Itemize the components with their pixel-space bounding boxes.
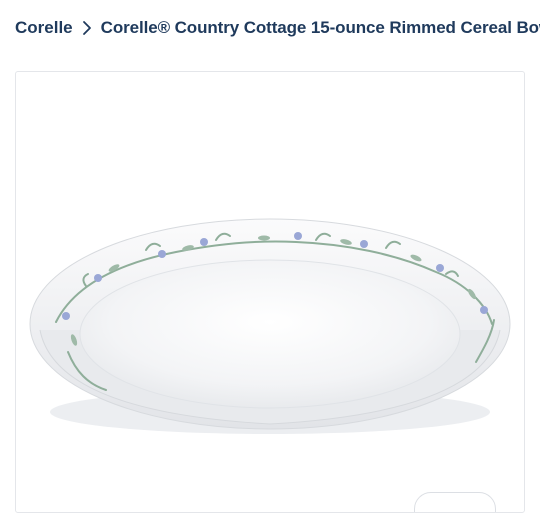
zoom-button[interactable] [414,492,496,512]
breadcrumb: Corelle Corelle® Country Cottage 15-ounc… [15,15,540,41]
chevron-right-icon [73,20,101,36]
breadcrumb-home-link[interactable]: Corelle [15,18,73,38]
product-image-frame[interactable] [15,71,525,513]
breadcrumb-current-page: Corelle® Country Cottage 15-ounce Rimmed… [100,18,540,37]
product-image [29,218,511,434]
